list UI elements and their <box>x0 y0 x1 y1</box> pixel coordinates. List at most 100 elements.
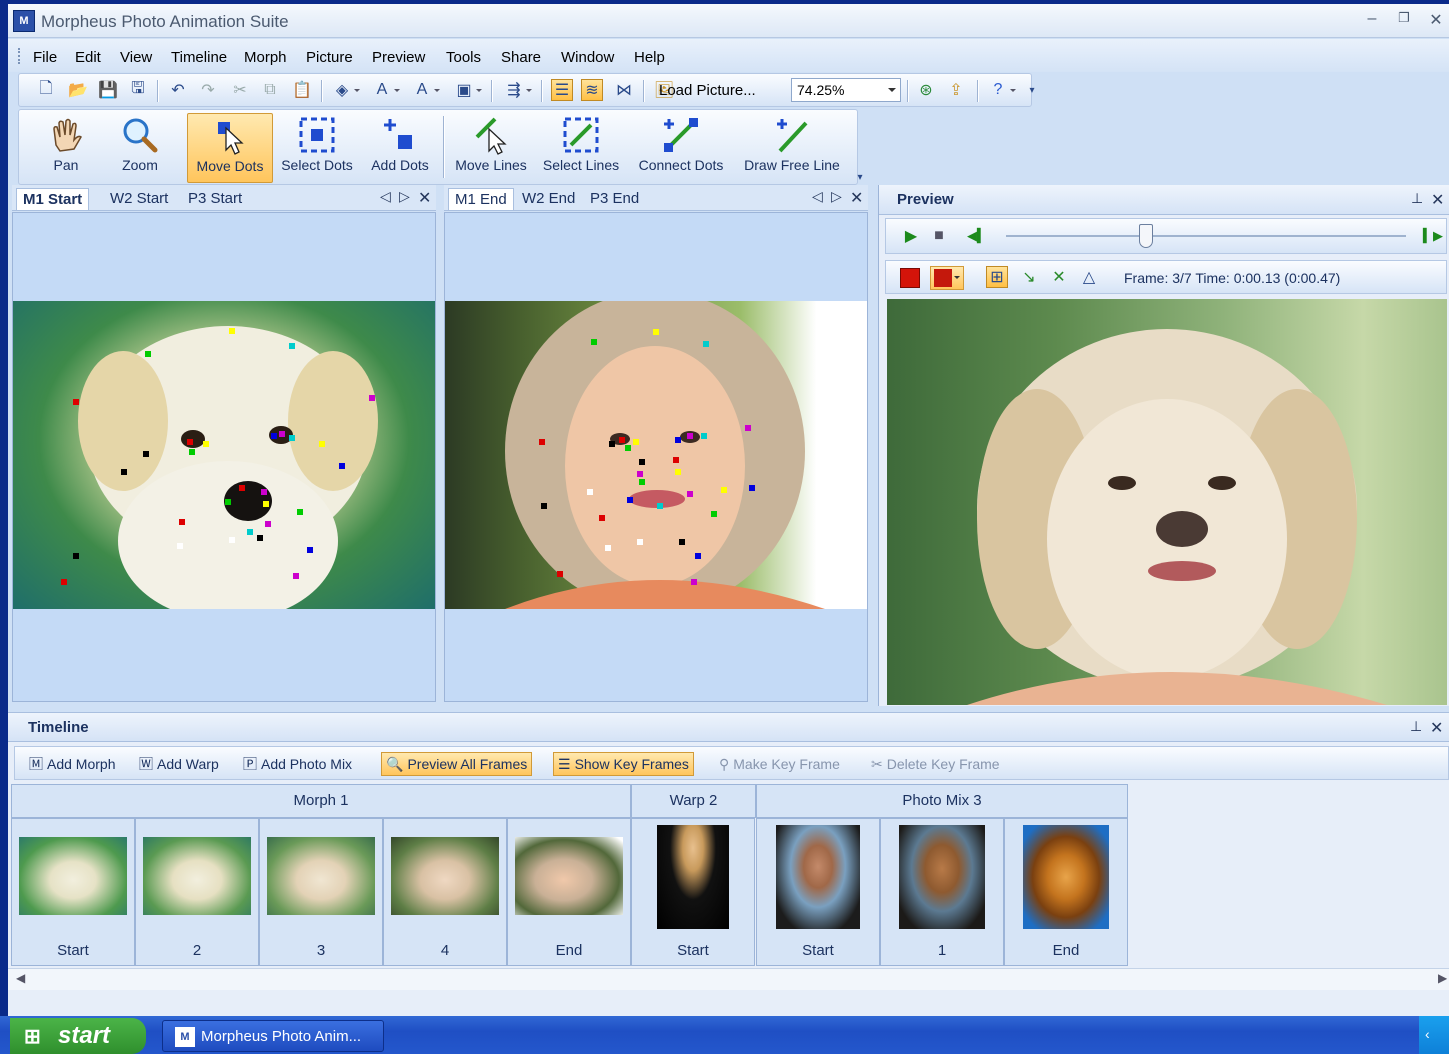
morph-dot[interactable] <box>261 489 267 495</box>
close-preview-icon[interactable]: ✕ <box>1431 190 1444 210</box>
menu-file[interactable]: File <box>33 49 57 66</box>
show-key-frames-button[interactable]: ☰ Show Key Frames <box>553 752 694 776</box>
morph-dot[interactable] <box>179 519 185 525</box>
morph-dot[interactable] <box>369 395 375 401</box>
show-lines-preview-icon[interactable]: ↘ <box>1018 266 1040 288</box>
text-a-icon[interactable]: A <box>371 79 400 101</box>
fit-icon[interactable]: ⊞ <box>986 266 1008 288</box>
morph-dot[interactable] <box>703 341 709 347</box>
pan-tool[interactable]: Pan <box>31 113 101 183</box>
morph-dot[interactable] <box>609 441 615 447</box>
morph-dot[interactable] <box>279 431 285 437</box>
morph-dot[interactable] <box>187 439 193 445</box>
morph-dot[interactable] <box>605 545 611 551</box>
timeline-frame[interactable]: Start <box>756 818 880 966</box>
undo-icon[interactable]: ↶ <box>167 79 189 101</box>
morph-dot[interactable] <box>263 501 269 507</box>
scroll-right-icon[interactable]: ▷ <box>399 188 410 205</box>
menu-preview[interactable]: Preview <box>372 49 425 66</box>
zoom-tool[interactable]: Zoom <box>105 113 175 183</box>
menu-timeline[interactable]: Timeline <box>171 49 227 66</box>
morph-dot[interactable] <box>121 469 127 475</box>
taskbar-item-morpheus[interactable]: M Morpheus Photo Anim... <box>162 1020 384 1052</box>
timeline-frame[interactable]: Start <box>631 818 755 966</box>
morph-dot[interactable] <box>73 553 79 559</box>
tab-w2-start[interactable]: W2 Start <box>104 188 174 209</box>
pin-icon[interactable]: ⊥ <box>1410 718 1422 735</box>
select-dots-tool[interactable]: Select Dots <box>277 113 357 183</box>
morph-dot[interactable] <box>695 553 701 559</box>
minimize-button[interactable]: – <box>1362 10 1382 28</box>
morph-dot[interactable] <box>675 437 681 443</box>
menu-view[interactable]: View <box>120 49 152 66</box>
morph-dot[interactable] <box>203 441 209 447</box>
group-warp-2[interactable]: Warp 2 <box>631 784 756 818</box>
menu-morph[interactable]: Morph <box>244 49 287 66</box>
morph-dot[interactable] <box>653 329 659 335</box>
morph-dot[interactable] <box>627 497 633 503</box>
move-lines-tool[interactable]: Move Lines <box>451 113 531 183</box>
morph-dot[interactable] <box>145 351 151 357</box>
add-dots-tool[interactable]: Add Dots <box>365 113 435 183</box>
morph-dot[interactable] <box>541 503 547 509</box>
morph-dot[interactable] <box>289 343 295 349</box>
morph-dot[interactable] <box>721 487 727 493</box>
save-all-icon[interactable]: 🖫 <box>127 79 149 101</box>
new-file-icon[interactable]: 🗋 <box>35 79 57 101</box>
gradient-fill-button[interactable] <box>930 266 964 290</box>
add-warp-button[interactable]: 🅆 Add Warp <box>135 752 223 776</box>
restore-button[interactable]: ❐ <box>1394 10 1414 26</box>
timeline-frame[interactable]: 2 <box>135 818 259 966</box>
timeline-frame[interactable]: End <box>507 818 631 966</box>
morph-dot[interactable] <box>265 521 271 527</box>
scroll-left-icon[interactable]: ◁ <box>812 188 823 205</box>
step-forward-icon[interactable]: ▍▶ <box>1422 225 1444 247</box>
morph-dot[interactable] <box>229 328 235 334</box>
morph-dot[interactable] <box>639 479 645 485</box>
group-photo-mix-3[interactable]: Photo Mix 3 <box>756 784 1128 818</box>
morph-dot[interactable] <box>189 449 195 455</box>
timeline-frame[interactable]: 4 <box>383 818 507 966</box>
scroll-left-arrow-icon[interactable]: ◀ <box>16 971 25 985</box>
timeline-frame[interactable]: Start <box>11 818 135 966</box>
morph-dot[interactable] <box>307 547 313 553</box>
menu-picture[interactable]: Picture <box>306 49 353 66</box>
morph-dot[interactable] <box>61 579 67 585</box>
morph-dot[interactable] <box>257 535 263 541</box>
stop-icon[interactable]: ■ <box>928 225 950 247</box>
frame-slider-track[interactable] <box>1006 235 1406 237</box>
show-cross-icon[interactable]: ✕ <box>1048 266 1070 288</box>
morph-dot[interactable] <box>687 491 693 497</box>
show-triangles-icon[interactable]: △ <box>1078 266 1100 288</box>
timeline-frame[interactable]: 3 <box>259 818 383 966</box>
start-canvas[interactable] <box>12 212 436 702</box>
publish-icon[interactable]: ⇪ <box>945 79 967 101</box>
tab-p3-end[interactable]: P3 End <box>584 188 645 209</box>
morph-dot[interactable] <box>557 571 563 577</box>
morph-dot[interactable] <box>687 433 693 439</box>
morph-dot[interactable] <box>675 469 681 475</box>
morph-dot[interactable] <box>319 441 325 447</box>
timeline-scrollbar[interactable]: ◀ ▶ <box>8 968 1449 990</box>
pin-icon[interactable]: ⊥ <box>1411 190 1423 207</box>
frame-slider-thumb[interactable] <box>1139 224 1153 248</box>
morph-dot[interactable] <box>619 437 625 443</box>
color-swatch-icon[interactable] <box>900 268 920 288</box>
morph-dot[interactable] <box>625 445 631 451</box>
text-b-icon[interactable]: A <box>411 79 440 101</box>
scroll-right-arrow-icon[interactable]: ▶ <box>1438 971 1447 985</box>
end-canvas[interactable] <box>444 212 868 702</box>
morph-dot[interactable] <box>637 471 643 477</box>
play-icon[interactable]: ▶ <box>900 225 922 247</box>
group-morph-1[interactable]: Morph 1 <box>11 784 631 818</box>
close-panel-icon[interactable]: ✕ <box>850 188 863 208</box>
morph-dot[interactable] <box>633 439 639 445</box>
web-icon[interactable]: ⊛ <box>915 79 937 101</box>
morph-dot[interactable] <box>711 511 717 517</box>
morph-dot[interactable] <box>297 509 303 515</box>
morph-dot[interactable] <box>229 537 235 543</box>
morph-dot[interactable] <box>293 573 299 579</box>
tab-m1-end[interactable]: M1 End <box>448 188 514 210</box>
add-photo-mix-button[interactable]: 🄿 Add Photo Mix <box>239 752 356 776</box>
morph-dot[interactable] <box>225 499 231 505</box>
